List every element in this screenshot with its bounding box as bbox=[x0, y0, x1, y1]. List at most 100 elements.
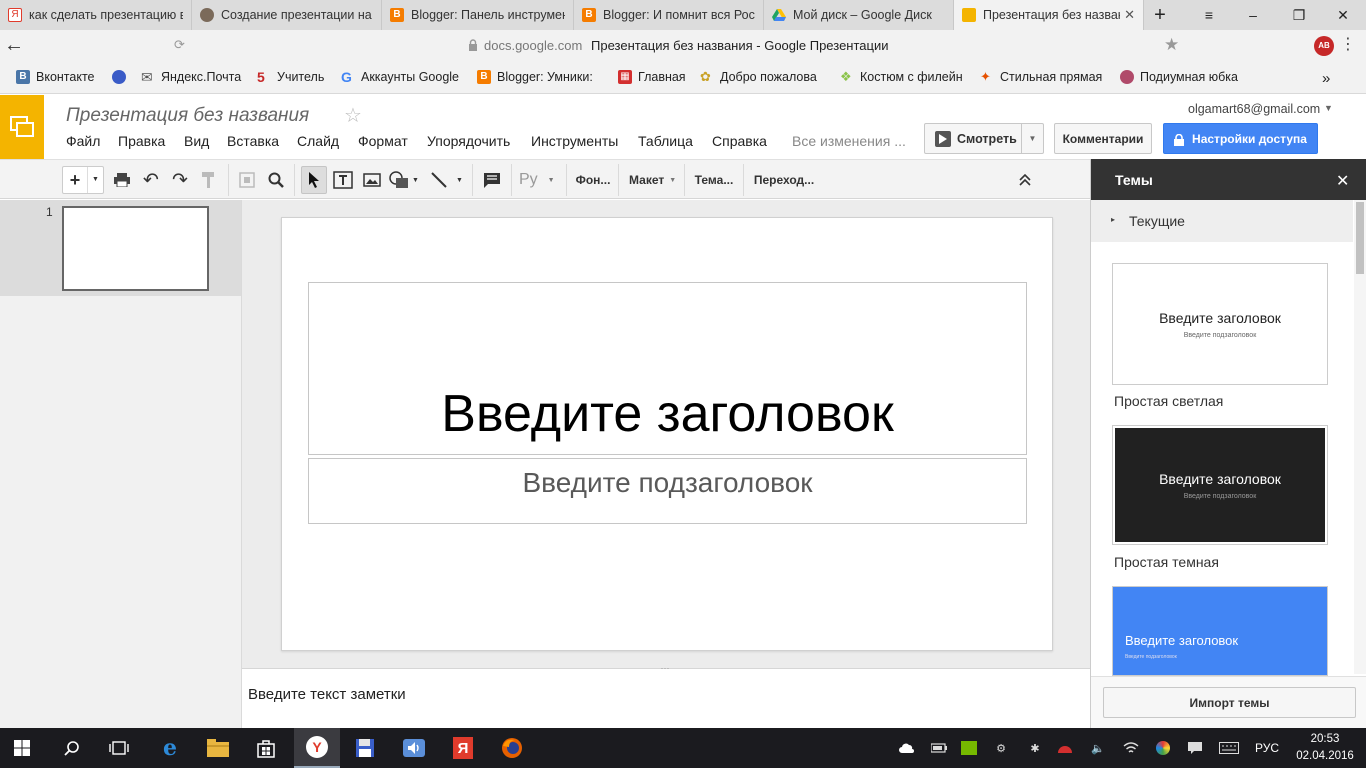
speaker-notes[interactable]: ··· Введите текст заметки bbox=[242, 664, 1090, 728]
battery-icon[interactable] bbox=[930, 740, 948, 756]
yandex-browser-icon[interactable]: Y bbox=[294, 728, 340, 768]
menu-insert[interactable]: Вставка bbox=[227, 133, 279, 149]
import-theme-button[interactable]: Импорт темы bbox=[1103, 687, 1356, 718]
theme-card-blue[interactable]: Введите заголовок Введите подзаголовок bbox=[1112, 586, 1328, 676]
security-app-icon[interactable] bbox=[1056, 740, 1074, 756]
menu-file[interactable]: Файл bbox=[66, 133, 100, 149]
bookmark-item[interactable]: B Blogger: Умники: bbox=[477, 70, 629, 84]
language-indicator[interactable]: РУС bbox=[1255, 741, 1279, 755]
comment-icon[interactable] bbox=[480, 166, 504, 194]
background-button[interactable]: Фон... bbox=[572, 166, 614, 194]
print-icon[interactable] bbox=[110, 166, 134, 194]
fit-zoom-icon[interactable] bbox=[235, 166, 259, 194]
onedrive-icon[interactable] bbox=[898, 740, 916, 756]
minimize-button[interactable]: – bbox=[1230, 0, 1276, 30]
resize-grip-icon[interactable]: ··· bbox=[658, 664, 672, 673]
browser-tab[interactable]: Я как сделать презентацию в bbox=[0, 0, 192, 30]
audio-app-icon[interactable] bbox=[394, 732, 434, 764]
close-window-button[interactable]: ✕ bbox=[1320, 0, 1366, 30]
wifi-icon[interactable] bbox=[1122, 740, 1140, 756]
firefox-icon[interactable] bbox=[492, 732, 532, 764]
search-icon[interactable] bbox=[52, 732, 92, 764]
share-button[interactable]: Настройки доступа bbox=[1163, 123, 1318, 154]
browser-tab-active[interactable]: Презентация без назван ✕ bbox=[954, 0, 1144, 30]
transition-button[interactable]: Переход... bbox=[749, 166, 819, 194]
shape-icon[interactable]: ▼ bbox=[388, 166, 426, 194]
bookmark-item[interactable]: ❖ Костюм с филейн bbox=[840, 70, 966, 84]
collapse-menus-icon[interactable] bbox=[1014, 166, 1036, 194]
browser-tab[interactable]: B Blogger: И помнит вся Росси bbox=[574, 0, 764, 30]
menu-edit[interactable]: Правка bbox=[118, 133, 165, 149]
subtitle-placeholder-box[interactable]: Введите подзаголовок bbox=[308, 458, 1027, 524]
task-view-icon[interactable] bbox=[99, 732, 139, 764]
paint-format-icon[interactable] bbox=[197, 166, 221, 194]
slides-logo-icon[interactable] bbox=[0, 95, 44, 159]
menu-slide[interactable]: Слайд bbox=[297, 133, 339, 149]
save-status[interactable]: Все изменения ... bbox=[792, 133, 906, 149]
bookmark-star-icon[interactable]: ★ bbox=[1164, 35, 1179, 55]
current-themes-section[interactable]: ▸ Текущие bbox=[1091, 200, 1353, 242]
star-document-icon[interactable]: ☆ bbox=[344, 103, 362, 128]
line-icon[interactable]: ▼ bbox=[430, 166, 466, 194]
close-panel-icon[interactable]: ✕ bbox=[1336, 171, 1349, 191]
adblock-extension-icon[interactable]: AB bbox=[1314, 36, 1334, 56]
theme-card-simple-light[interactable]: Введите заголовок Введите подзаголовок bbox=[1112, 263, 1328, 385]
filmstrip-slide-selected[interactable]: 1 bbox=[0, 200, 241, 296]
clock[interactable]: 20:53 02.04.2016 bbox=[1296, 731, 1354, 765]
slide-thumbnail[interactable] bbox=[62, 206, 209, 291]
bookmark-item[interactable] bbox=[112, 70, 132, 84]
maximize-button[interactable]: ❐ bbox=[1276, 0, 1322, 30]
zoom-icon[interactable] bbox=[264, 166, 288, 194]
volume-icon[interactable]: 🔈 bbox=[1089, 740, 1107, 756]
menu-format[interactable]: Формат bbox=[358, 133, 408, 149]
menu-view[interactable]: Вид bbox=[184, 133, 209, 149]
title-placeholder-box[interactable]: Введите заголовок bbox=[308, 282, 1027, 455]
document-title[interactable]: Презентация без названия bbox=[66, 105, 309, 127]
notifications-icon[interactable] bbox=[1186, 740, 1204, 756]
menu-arrange[interactable]: Упорядочить bbox=[427, 133, 510, 149]
yandex-app-icon[interactable]: Я bbox=[443, 732, 483, 764]
present-button[interactable]: Смотреть ▼ bbox=[924, 123, 1044, 154]
browser-tab[interactable]: Мой диск – Google Диск bbox=[764, 0, 954, 30]
address-field[interactable]: ⟳ docs.google.com Презентация без назван… bbox=[170, 34, 1194, 58]
nvidia-icon[interactable] bbox=[960, 740, 978, 756]
menu-tools[interactable]: Инструменты bbox=[531, 133, 618, 149]
windows-start-icon[interactable] bbox=[2, 732, 42, 764]
browser-tab[interactable]: B Blogger: Панель инструмент bbox=[382, 0, 574, 30]
store-icon[interactable] bbox=[246, 732, 286, 764]
new-slide-dropdown-icon[interactable]: ▼ bbox=[87, 167, 103, 193]
account-email[interactable]: olgamart68@gmail.com bbox=[1188, 102, 1320, 116]
layout-button[interactable]: Макет ▼ bbox=[624, 166, 678, 194]
present-dropdown-icon[interactable]: ▼ bbox=[1021, 124, 1043, 153]
menu-help[interactable]: Справка bbox=[712, 133, 767, 149]
bookmark-item[interactable]: В Вконтакте bbox=[16, 70, 94, 84]
theme-button[interactable]: Тема... bbox=[690, 166, 738, 194]
bookmark-item[interactable]: ✉ Яндекс.Почта bbox=[141, 70, 241, 84]
edge-browser-icon[interactable]: e bbox=[150, 732, 190, 764]
input-tools-button[interactable]: Ру ▼ bbox=[519, 166, 559, 194]
redo-icon[interactable]: ↷ bbox=[168, 166, 192, 194]
slide-canvas[interactable]: Введите заголовок Введите подзаголовок bbox=[281, 217, 1053, 651]
panel-scrollbar-thumb[interactable] bbox=[1356, 202, 1364, 274]
more-options-icon[interactable]: ⋮ bbox=[1340, 35, 1356, 57]
bookmark-item[interactable]: 5 Учитель bbox=[257, 70, 324, 84]
image-icon[interactable] bbox=[360, 166, 384, 194]
bluetooth-icon[interactable]: ✱ bbox=[1026, 740, 1044, 756]
browser-tab[interactable]: Создание презентации на Д bbox=[192, 0, 382, 30]
color-app-icon[interactable] bbox=[1154, 740, 1172, 756]
back-arrow-icon[interactable]: ← bbox=[4, 35, 24, 57]
file-explorer-icon[interactable] bbox=[198, 732, 238, 764]
bookmark-item[interactable]: ✿ Добро пожалова bbox=[700, 70, 826, 84]
bookmark-item[interactable]: ▦ Главная bbox=[618, 70, 686, 84]
gear-tray-icon[interactable]: ⚙ bbox=[992, 740, 1010, 756]
bookmark-item[interactable]: Подиумная юбка bbox=[1120, 70, 1238, 84]
menu-table[interactable]: Таблица bbox=[638, 133, 693, 149]
account-dropdown-icon[interactable]: ▼ bbox=[1324, 103, 1333, 113]
panel-scrollbar[interactable] bbox=[1354, 200, 1366, 674]
new-slide-button[interactable]: + ▼ bbox=[62, 166, 104, 194]
bookmarks-more-button[interactable]: » bbox=[1322, 70, 1330, 87]
text-box-icon[interactable] bbox=[331, 166, 355, 194]
theme-card-simple-dark[interactable]: Введите заголовок Введите подзаголовок bbox=[1112, 425, 1328, 545]
bookmark-item[interactable]: G Аккаунты Google bbox=[341, 70, 459, 84]
select-cursor-icon[interactable] bbox=[301, 166, 327, 194]
